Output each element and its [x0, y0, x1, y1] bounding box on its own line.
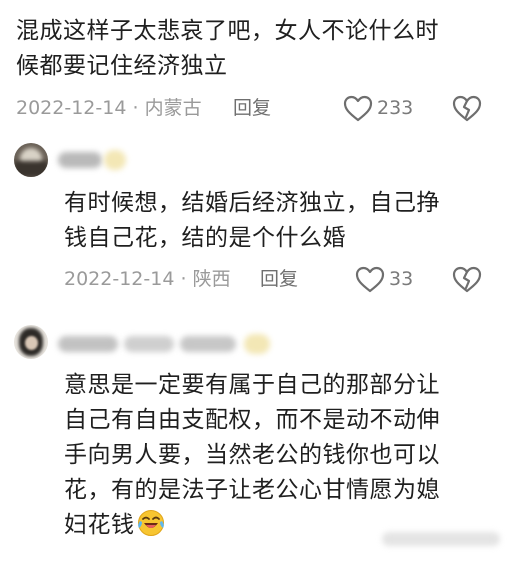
comment-2-reply-button[interactable]: 回复 — [260, 266, 298, 292]
blurred-nickname — [124, 336, 174, 352]
laughing-emoji-icon — [137, 509, 165, 548]
blurred-nickname — [58, 336, 118, 352]
heart-outline-icon[interactable] — [343, 95, 373, 122]
avatar[interactable] — [14, 325, 48, 359]
watermark — [382, 532, 500, 546]
blurred-nickname — [180, 336, 236, 352]
comment-3-line-5-text: 妇花钱 — [64, 512, 135, 538]
meta-separator: · — [132, 97, 139, 119]
comment-1-text[interactable]: 混成这样子太悲哀了吧，女人不论什么时 候都要记住经济独立 — [16, 14, 506, 84]
avatar[interactable] — [14, 143, 48, 177]
comment-1-location: 内蒙古 — [144, 97, 202, 119]
blurred-nickname-emoji — [244, 334, 270, 354]
blurred-nickname-emoji — [104, 150, 126, 170]
comment-1-meta: 2022-12-14 · 内蒙古 — [16, 95, 202, 121]
comment-3-line-4: 花，有的是法子让老公心甘情愿为媳 — [64, 477, 440, 503]
comment-1-reply-button[interactable]: 回复 — [233, 95, 271, 121]
comment-1-like-count: 233 — [377, 97, 414, 119]
comment-2-location: 陕西 — [192, 268, 231, 290]
comment-1-date: 2022-12-14 — [16, 97, 127, 119]
broken-heart-icon[interactable] — [452, 266, 482, 293]
comment-3-text[interactable]: 意思是一定要有属于自己的那部分让 自己有自由支配权，而不是动不动伸 手向男人要，… — [64, 368, 504, 548]
comment-3-line-2: 自己有自由支配权，而不是动不动伸 — [64, 407, 440, 433]
blurred-nickname — [58, 152, 102, 168]
comment-2-meta: 2022-12-14 · 陕西 — [64, 266, 231, 292]
comment-2-line-1: 有时候想，结婚后经济独立，自己挣 — [64, 190, 440, 216]
comment-1-line-1: 混成这样子太悲哀了吧，女人不论什么时 — [16, 18, 439, 44]
comment-3-line-1: 意思是一定要有属于自己的那部分让 — [64, 372, 440, 398]
comment-2-like-count: 33 — [389, 268, 414, 290]
comment-3-line-3: 手向男人要，当然老公的钱你也可以 — [64, 442, 440, 468]
meta-separator: · — [180, 268, 187, 290]
broken-heart-icon[interactable] — [452, 95, 482, 122]
comment-2-line-2: 钱自己花，结的是个什么婚 — [64, 225, 346, 251]
comment-1-line-2: 候都要记住经济独立 — [16, 53, 228, 79]
comment-2-text[interactable]: 有时候想，结婚后经济独立，自己挣 钱自己花，结的是个什么婚 — [64, 186, 504, 256]
heart-outline-icon[interactable] — [355, 266, 385, 293]
comment-2-date: 2022-12-14 — [64, 268, 175, 290]
